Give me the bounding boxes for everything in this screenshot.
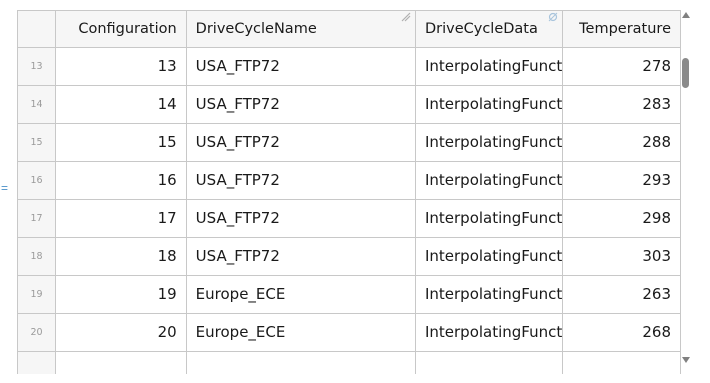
arrow-up-icon[interactable]: [682, 12, 690, 18]
scrollbar-thumb[interactable]: [682, 58, 689, 88]
cell-drivecyclename[interactable]: USA_FTP72: [186, 123, 416, 162]
cell-configuration[interactable]: [55, 351, 187, 374]
cell-configuration[interactable]: 14: [55, 85, 187, 124]
row-number-header: [18, 11, 57, 48]
cell-drivecyclename[interactable]: USA_FTP72: [186, 199, 416, 238]
column-header-label: DriveCycleData: [424, 20, 538, 37]
cell-configuration[interactable]: 15: [55, 123, 187, 162]
cell-drivecycledata[interactable]: InterpolatingFunct: [415, 313, 564, 352]
cell-drivecycledata[interactable]: InterpolatingFunct: [415, 161, 564, 200]
column-header-label: DriveCycleName: [195, 20, 317, 37]
cell-configuration[interactable]: 16: [55, 161, 187, 200]
cell-drivecyclename[interactable]: Europe_ECE: [186, 275, 416, 314]
cell-drivecyclename[interactable]: Europe_ECE: [186, 313, 416, 352]
dataset-table: Configuration DriveCycleName DriveCycleD…: [18, 11, 681, 374]
cell-configuration[interactable]: 13: [55, 47, 187, 86]
header-row: Configuration DriveCycleName DriveCycleD…: [18, 11, 681, 48]
cell-temperature[interactable]: 303: [562, 237, 681, 276]
cell-temperature[interactable]: [562, 351, 681, 374]
column-header-drivecyclename[interactable]: DriveCycleName: [186, 11, 416, 48]
row-number: 13: [18, 47, 57, 86]
table-row: 20 20 Europe_ECE InterpolatingFunct 268: [18, 313, 681, 352]
cell-configuration[interactable]: 19: [55, 275, 187, 314]
dataset-grid: Configuration DriveCycleName DriveCycleD…: [17, 10, 681, 374]
cell-drivecycledata[interactable]: InterpolatingFunct: [415, 123, 564, 162]
table-row: 16 16 USA_FTP72 InterpolatingFunct 293: [18, 161, 681, 200]
cell-drivecyclename[interactable]: [186, 351, 416, 374]
vertical-scrollbar[interactable]: [680, 10, 692, 363]
row-number: 15: [18, 123, 57, 162]
row-number: 17: [18, 199, 57, 238]
cell-drivecyclename[interactable]: USA_FTP72: [186, 85, 416, 124]
output-marker: =: [1, 181, 9, 195]
row-number: 20: [18, 313, 57, 352]
column-header-temperature[interactable]: Temperature: [562, 11, 681, 48]
cell-temperature[interactable]: 293: [562, 161, 681, 200]
table-row: 19 19 Europe_ECE InterpolatingFunct 263: [18, 275, 681, 314]
cell-temperature[interactable]: 263: [562, 275, 681, 314]
cell-temperature[interactable]: 268: [562, 313, 681, 352]
row-number: 14: [18, 85, 57, 124]
cell-drivecycledata[interactable]: InterpolatingFunct: [415, 85, 564, 124]
row-number: 19: [18, 275, 57, 314]
cell-drivecycledata[interactable]: InterpolatingFunct: [415, 275, 564, 314]
cell-drivecycledata[interactable]: InterpolatingFunct: [415, 237, 564, 276]
table-row: [18, 351, 681, 374]
cell-configuration[interactable]: 17: [55, 199, 187, 238]
cell-temperature[interactable]: 298: [562, 199, 681, 238]
row-number: 16: [18, 161, 57, 200]
cell-temperature[interactable]: 283: [562, 85, 681, 124]
column-header-configuration[interactable]: Configuration: [55, 11, 187, 48]
arrow-down-icon[interactable]: [682, 357, 690, 363]
function-column-icon: [547, 11, 559, 23]
cell-drivecycledata[interactable]: InterpolatingFunct: [415, 199, 564, 238]
table-row: 18 18 USA_FTP72 InterpolatingFunct 303: [18, 237, 681, 276]
table-row: 14 14 USA_FTP72 InterpolatingFunct 283: [18, 85, 681, 124]
cell-drivecycledata[interactable]: InterpolatingFunct: [415, 47, 564, 86]
cell-drivecyclename[interactable]: USA_FTP72: [186, 47, 416, 86]
cell-drivecyclename[interactable]: USA_FTP72: [186, 237, 416, 276]
cell-temperature[interactable]: 278: [562, 47, 681, 86]
cell-configuration[interactable]: 18: [55, 237, 187, 276]
table-row: 17 17 USA_FTP72 InterpolatingFunct 298: [18, 199, 681, 238]
column-header-drivecycledata[interactable]: DriveCycleData: [415, 11, 564, 48]
cell-drivecycledata[interactable]: [415, 351, 564, 374]
table-row: 15 15 USA_FTP72 InterpolatingFunct 288: [18, 123, 681, 162]
table-row: 13 13 USA_FTP72 InterpolatingFunct 278: [18, 47, 681, 86]
cell-drivecyclename[interactable]: USA_FTP72: [186, 161, 416, 200]
cell-configuration[interactable]: 20: [55, 313, 187, 352]
text-column-icon: [400, 11, 412, 23]
row-number: 18: [18, 237, 57, 276]
row-number: [18, 351, 57, 374]
cell-temperature[interactable]: 288: [562, 123, 681, 162]
